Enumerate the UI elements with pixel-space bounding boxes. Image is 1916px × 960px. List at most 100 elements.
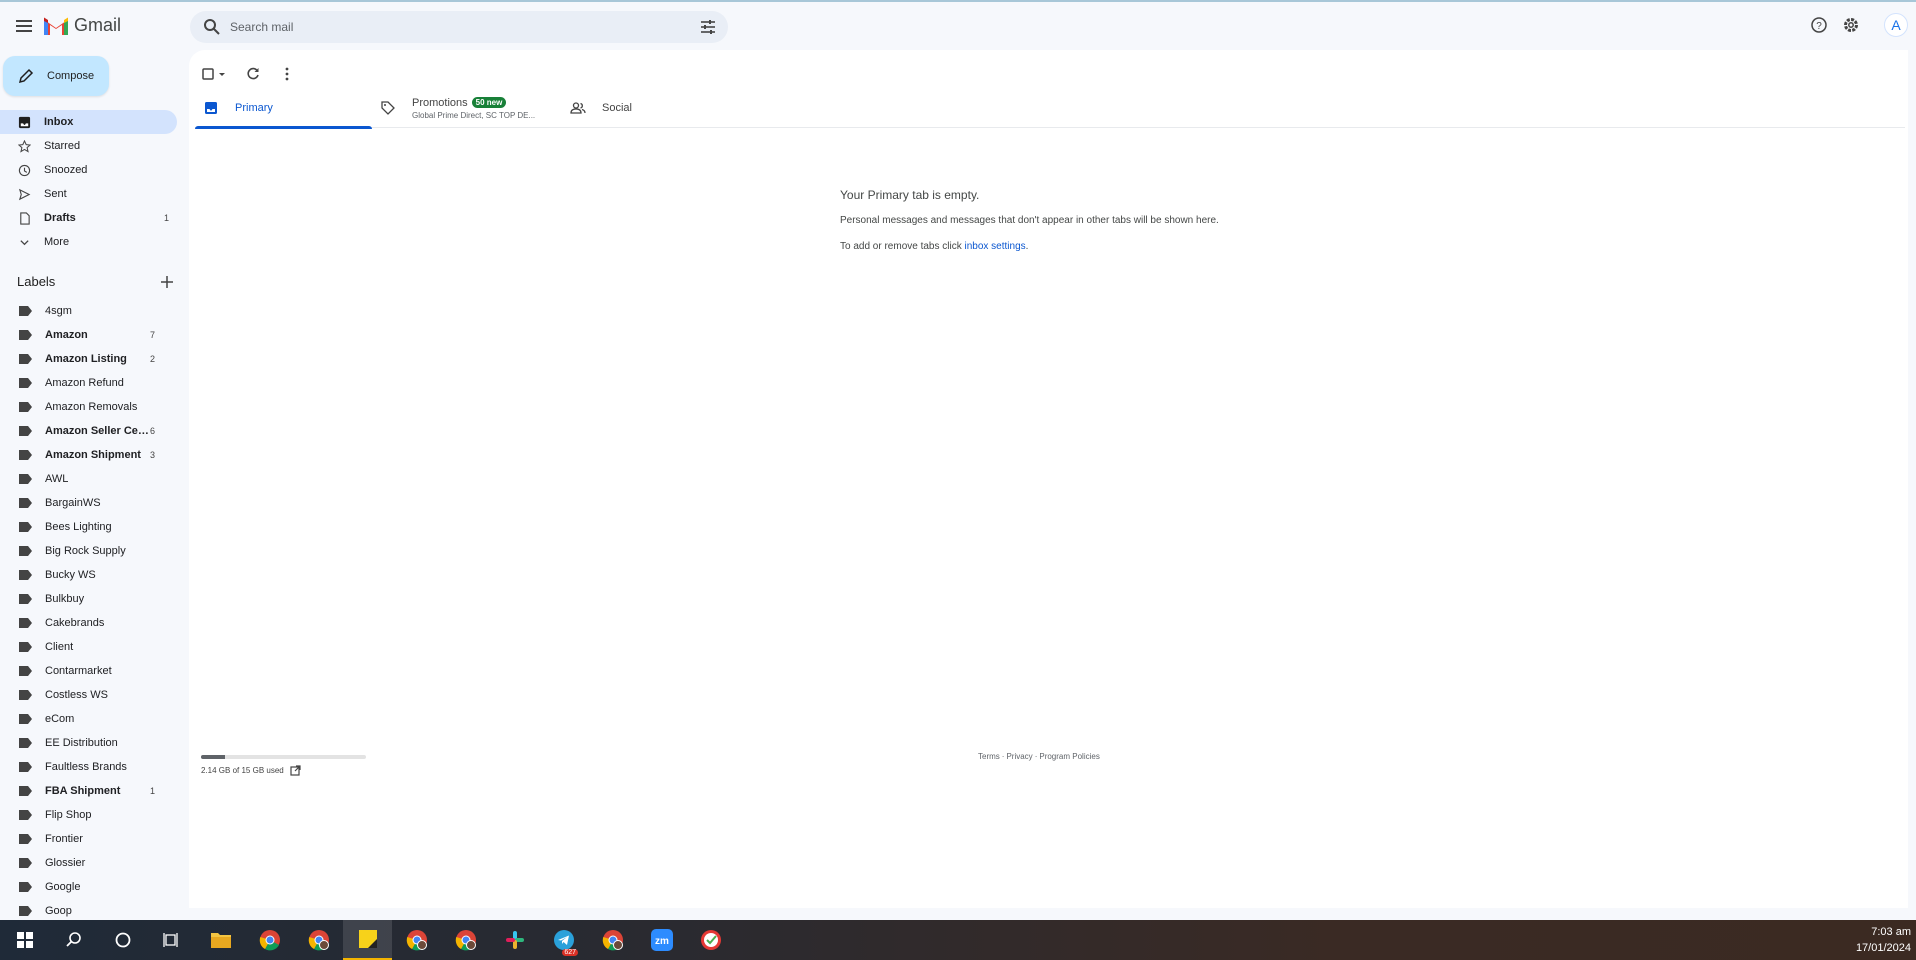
storage-usage: 2.14 GB of 15 GB used xyxy=(201,765,301,776)
terms-link[interactable]: Terms xyxy=(978,752,1000,761)
tag-icon xyxy=(380,100,396,116)
label-item[interactable]: 4sgm xyxy=(0,299,177,323)
label-name: Bulkbuy xyxy=(45,593,85,605)
refresh-icon xyxy=(247,67,259,80)
select-checkbox[interactable] xyxy=(201,64,229,84)
taskbar-chrome[interactable] xyxy=(245,920,294,960)
taskbar-task-view[interactable] xyxy=(147,920,196,960)
taskbar-search[interactable] xyxy=(49,920,98,960)
label-item[interactable]: Amazon Listing 2 xyxy=(0,347,177,371)
label-item[interactable]: Glossier xyxy=(0,851,177,875)
label-name: Amazon Seller Cen... xyxy=(45,425,150,437)
system-clock[interactable]: 7:03 am 17/01/2024 xyxy=(1856,924,1911,956)
label-tag-icon xyxy=(19,498,32,508)
label-item[interactable]: Frontier xyxy=(0,827,177,851)
open-in-new-icon[interactable] xyxy=(290,765,301,776)
sidebar-item-sent[interactable]: Sent xyxy=(0,182,177,206)
label-item[interactable]: FBA Shipment 1 xyxy=(0,779,177,803)
privacy-link[interactable]: Privacy xyxy=(1006,752,1032,761)
search-icon[interactable] xyxy=(202,17,222,37)
search-bar[interactable] xyxy=(190,11,728,43)
label-item[interactable]: Amazon 7 xyxy=(0,323,177,347)
label-item[interactable]: Contarmarket xyxy=(0,659,177,683)
label-item[interactable]: Faultless Brands xyxy=(0,755,177,779)
inbox-settings-link[interactable]: inbox settings xyxy=(965,241,1026,252)
label-item[interactable]: Bulkbuy xyxy=(0,587,177,611)
sidebar-item-drafts[interactable]: Drafts 1 xyxy=(0,206,177,230)
label-item[interactable]: Costless WS xyxy=(0,683,177,707)
avatar[interactable]: A xyxy=(1884,13,1908,37)
taskbar-chrome-profile[interactable] xyxy=(294,920,343,960)
sidebar-item-label: More xyxy=(44,236,70,248)
label-tag-icon xyxy=(19,378,32,388)
support-button[interactable]: ? xyxy=(1808,14,1830,36)
taskbar-zoom[interactable]: zm xyxy=(637,920,686,960)
label-item[interactable]: BargainWS xyxy=(0,491,177,515)
label-item[interactable]: Client xyxy=(0,635,177,659)
label-item[interactable]: Flip Shop xyxy=(0,803,177,827)
label-item[interactable]: Cakebrands xyxy=(0,611,177,635)
label-item[interactable]: AWL xyxy=(0,467,177,491)
mail-toolbar xyxy=(201,62,297,86)
program-policies-link[interactable]: Program Policies xyxy=(1039,752,1099,761)
taskbar-slack[interactable] xyxy=(490,920,539,960)
gmail-logo[interactable]: Gmail xyxy=(44,15,121,36)
taskbar-ticktick[interactable] xyxy=(686,920,735,960)
label-item[interactable]: eCom xyxy=(0,707,177,731)
label-item[interactable]: EE Distribution xyxy=(0,731,177,755)
taskbar-telegram[interactable]: 627 xyxy=(539,920,588,960)
settings-button[interactable] xyxy=(1840,14,1862,36)
tab-promotions[interactable]: Promotions 50 new Global Prime Direct, S… xyxy=(372,88,562,128)
checkbox-icon xyxy=(202,68,225,80)
notification-count-badge: 627 xyxy=(562,949,578,956)
label-item[interactable]: Big Rock Supply xyxy=(0,539,177,563)
label-count: 1 xyxy=(150,786,156,796)
search-options-icon[interactable] xyxy=(698,17,718,37)
sidebar-item-starred[interactable]: Starred xyxy=(0,134,177,158)
sidebar-item-label: Inbox xyxy=(44,116,74,128)
compose-button[interactable]: Compose xyxy=(3,56,109,96)
refresh-button[interactable] xyxy=(243,64,263,84)
label-name: Amazon Refund xyxy=(45,377,124,389)
label-item[interactable]: Amazon Seller Cen... 6 xyxy=(0,419,177,443)
hamburger-icon xyxy=(16,20,32,32)
main-menu-button[interactable] xyxy=(12,14,36,38)
label-name: Client xyxy=(45,641,74,653)
sidebar-item-more[interactable]: More xyxy=(0,230,177,254)
label-tag-icon xyxy=(19,762,32,772)
taskbar-cortana[interactable] xyxy=(98,920,147,960)
sidebar-item-snoozed[interactable]: Snoozed xyxy=(0,158,177,182)
label-name: Glossier xyxy=(45,857,86,869)
label-item[interactable]: Bucky WS xyxy=(0,563,177,587)
tab-social[interactable]: Social xyxy=(562,88,742,128)
taskbar-chrome-profile[interactable] xyxy=(392,920,441,960)
create-label-button[interactable] xyxy=(161,275,173,289)
taskbar-file-explorer[interactable] xyxy=(196,920,245,960)
tab-primary-label: Primary xyxy=(235,102,273,114)
apps-button[interactable] xyxy=(1872,14,1874,36)
taskbar-sticky-notes[interactable] xyxy=(343,920,392,960)
label-item[interactable]: Google xyxy=(0,875,177,899)
settings-prefix: To add or remove tabs click xyxy=(840,241,965,252)
label-tag-icon xyxy=(19,522,32,532)
taskbar-chrome-profile[interactable] xyxy=(441,920,490,960)
label-name: Contarmarket xyxy=(45,665,112,677)
taskbar: 627 zm 7:03 am 17/01/2024 xyxy=(0,920,1916,960)
chevron-down-icon xyxy=(16,234,32,250)
help-icon: ? xyxy=(1811,17,1827,33)
label-tag-icon xyxy=(19,594,32,604)
more-actions-button[interactable] xyxy=(277,64,297,84)
label-item[interactable]: Amazon Removals xyxy=(0,395,177,419)
sidebar-item-label: Drafts xyxy=(44,212,76,224)
label-item[interactable]: Amazon Shipment 3 xyxy=(0,443,177,467)
sidebar-item-inbox[interactable]: Inbox xyxy=(0,110,177,134)
tab-promotions-label: Promotions xyxy=(412,96,468,109)
tab-primary[interactable]: Primary xyxy=(195,88,372,129)
search-input[interactable] xyxy=(230,20,690,34)
label-item[interactable]: Bees Lighting xyxy=(0,515,177,539)
taskbar-chrome-profile[interactable] xyxy=(588,920,637,960)
taskbar-start[interactable] xyxy=(0,920,49,960)
app-name: Gmail xyxy=(74,15,122,35)
label-item[interactable]: Amazon Refund xyxy=(0,371,177,395)
people-icon xyxy=(570,100,586,116)
